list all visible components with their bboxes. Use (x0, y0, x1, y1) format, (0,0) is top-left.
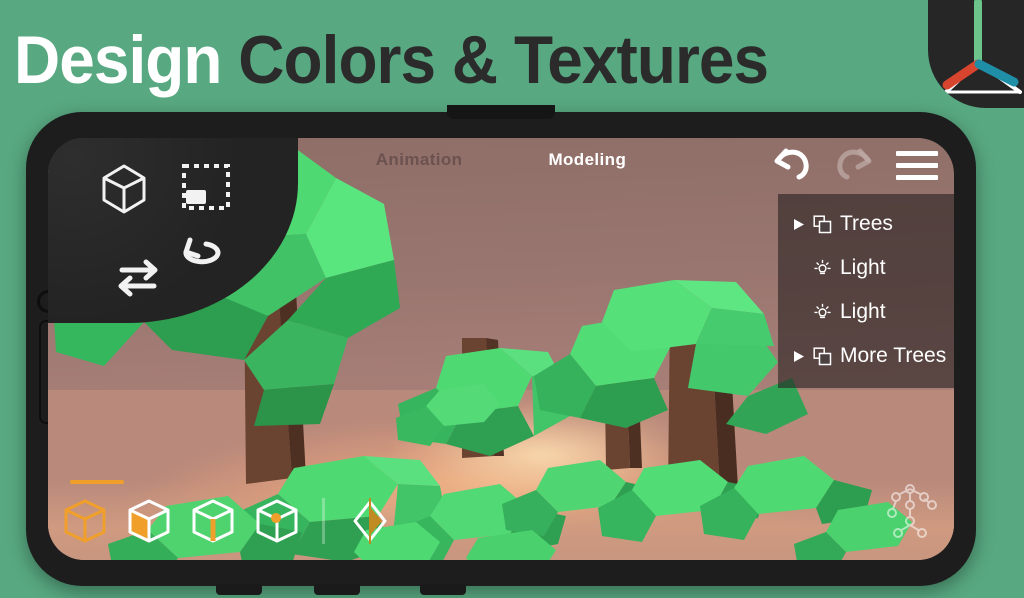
light-bulb-icon (813, 259, 832, 278)
armature-icon[interactable] (882, 481, 938, 546)
bottom-toolbar (48, 474, 954, 560)
menu-icon[interactable] (896, 151, 938, 180)
outliner-item-label: Light (840, 300, 886, 323)
banner: Design Colors & Textures (0, 0, 1024, 120)
tab-animation[interactable]: Animation (376, 150, 463, 170)
chevron-right-icon[interactable] (792, 350, 805, 363)
outliner-panel[interactable]: Trees Light Light More Trees (778, 194, 954, 388)
active-mode-indicator (70, 480, 124, 484)
mode-face[interactable] (124, 496, 174, 546)
phone-foot (314, 584, 360, 595)
marquee-select-icon[interactable] (180, 162, 232, 217)
phone-notch (447, 105, 555, 119)
shape-gizmo-icon[interactable] (345, 496, 395, 546)
toolbar-divider (322, 498, 325, 544)
outliner-item-label: Light (840, 256, 886, 279)
outliner-item-light-2[interactable]: Light (778, 290, 954, 334)
move-icon[interactable] (114, 256, 162, 303)
top-right-controls (772, 146, 938, 185)
redo-icon[interactable] (834, 146, 874, 185)
chevron-right-icon[interactable] (792, 218, 805, 231)
mode-object[interactable] (60, 480, 124, 546)
mode-buttons (60, 480, 395, 546)
phone-screen: Animation Modeling Trees Light Light Mor… (48, 138, 954, 560)
outliner-item-label: More Trees (840, 344, 947, 367)
page-title-rest: Colors & Textures (238, 22, 769, 98)
axis-gizmo-logo (928, 0, 1024, 108)
phone-foot (420, 584, 466, 595)
viewport-3d[interactable]: Animation Modeling Trees Light Light Mor… (48, 138, 954, 560)
undo-icon[interactable] (772, 146, 812, 185)
screenshot-root: Design Colors & Textures Animation Model… (0, 0, 1024, 598)
outliner-item-more-trees[interactable]: More Trees (778, 334, 954, 378)
group-icon (813, 346, 832, 366)
outliner-item-trees[interactable]: Trees (778, 202, 954, 246)
tab-modeling[interactable]: Modeling (548, 150, 626, 170)
mode-edge[interactable] (188, 496, 238, 546)
group-icon (813, 214, 832, 234)
rotate-icon[interactable] (174, 230, 226, 283)
page-title: Design Colors & Textures (14, 21, 769, 99)
phone-foot (216, 584, 262, 595)
outliner-item-label: Trees (840, 212, 893, 235)
mode-vertex[interactable] (252, 496, 302, 546)
phone-frame: Animation Modeling Trees Light Light Mor… (26, 105, 976, 595)
page-title-highlight: Design (14, 22, 239, 98)
light-bulb-icon (813, 303, 832, 322)
outliner-item-light-1[interactable]: Light (778, 246, 954, 290)
